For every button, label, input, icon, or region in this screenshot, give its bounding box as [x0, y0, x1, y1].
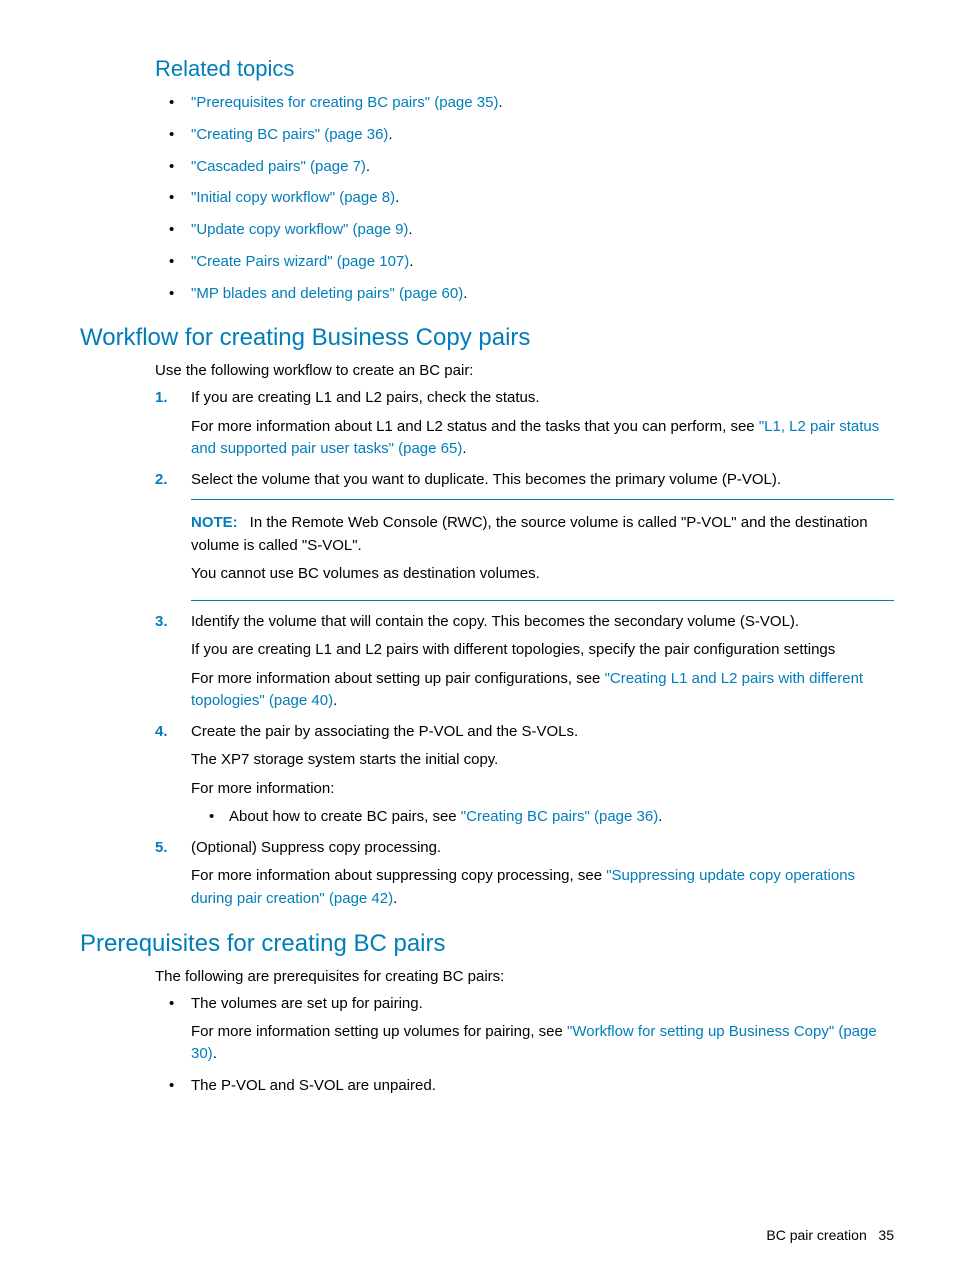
step-4: 4. Create the pair by associating the P-… [155, 721, 894, 829]
text: . [463, 285, 467, 302]
text: . [462, 440, 466, 457]
xref-link[interactable]: "MP blades and deleting pairs" (page 60) [191, 285, 463, 302]
text: . [366, 158, 370, 175]
text: . [395, 189, 399, 206]
step-number: 4. [155, 721, 168, 744]
step-text: For more information about L1 and L2 sta… [191, 416, 894, 461]
text: . [213, 1045, 217, 1062]
step-text: (Optional) Suppress copy processing. [191, 837, 894, 860]
list-item: The P-VOL and S-VOL are unpaired. [155, 1075, 894, 1097]
step-text: If you are creating L1 and L2 pairs, che… [191, 387, 894, 410]
prereq-list: The volumes are set up for pairing. For … [155, 993, 894, 1096]
item-text: For more information setting up volumes … [191, 1021, 894, 1065]
text: For more information about suppressing c… [191, 867, 606, 884]
note-text: In the Remote Web Console (RWC), the sou… [191, 514, 868, 554]
step-sublist: About how to create BC pairs, see "Creat… [191, 806, 894, 829]
xref-link[interactable]: "Prerequisites for creating BC pairs" (p… [191, 94, 498, 111]
text: . [393, 890, 397, 907]
step-number: 1. [155, 387, 168, 410]
list-item: "Update copy workflow" (page 9). [155, 219, 894, 241]
page-footer: BC pair creation 35 [766, 1227, 894, 1243]
text: . [333, 692, 337, 709]
text: . [498, 94, 502, 111]
text: About how to create BC pairs, see [229, 808, 461, 825]
step-number: 2. [155, 469, 168, 492]
text: . [658, 808, 662, 825]
xref-link[interactable]: "Creating BC pairs" (page 36) [191, 126, 388, 143]
footer-section: BC pair creation [766, 1227, 866, 1243]
item-text: The volumes are set up for pairing. [191, 993, 894, 1015]
text: . [408, 221, 412, 238]
workflow-steps: 1. If you are creating L1 and L2 pairs, … [155, 387, 894, 910]
list-item: About how to create BC pairs, see "Creat… [191, 806, 894, 829]
related-topics-heading: Related topics [155, 56, 894, 82]
xref-link[interactable]: "Update copy workflow" (page 9) [191, 221, 408, 238]
text: . [388, 126, 392, 143]
step-text: The XP7 storage system starts the initia… [191, 749, 894, 772]
xref-link[interactable]: "Cascaded pairs" (page 7) [191, 158, 366, 175]
footer-page-number: 35 [878, 1227, 894, 1243]
prereq-intro: The following are prerequisites for crea… [155, 966, 894, 987]
step-2: 2. Select the volume that you want to du… [155, 469, 894, 601]
xref-link[interactable]: "Creating BC pairs" (page 36) [461, 808, 658, 825]
list-item: "Initial copy workflow" (page 8). [155, 187, 894, 209]
step-number: 5. [155, 837, 168, 860]
page-content: Related topics "Prerequisites for creati… [0, 0, 954, 1271]
note-line: NOTE:In the Remote Web Console (RWC), th… [191, 512, 894, 557]
prereq-heading: Prerequisites for creating BC pairs [80, 930, 894, 958]
step-text: Identify the volume that will contain th… [191, 611, 894, 634]
list-item: "MP blades and deleting pairs" (page 60)… [155, 283, 894, 305]
step-3: 3. Identify the volume that will contain… [155, 611, 894, 713]
item-text: The P-VOL and S-VOL are unpaired. [191, 1077, 436, 1094]
step-text: Select the volume that you want to dupli… [191, 469, 894, 492]
list-item: "Creating BC pairs" (page 36). [155, 124, 894, 146]
note-box: NOTE:In the Remote Web Console (RWC), th… [191, 499, 894, 601]
text: . [409, 253, 413, 270]
text: For more information setting up volumes … [191, 1023, 567, 1040]
list-item: "Create Pairs wizard" (page 107). [155, 251, 894, 273]
list-item: "Prerequisites for creating BC pairs" (p… [155, 92, 894, 114]
list-item: The volumes are set up for pairing. For … [155, 993, 894, 1064]
workflow-heading: Workflow for creating Business Copy pair… [80, 324, 894, 352]
xref-link[interactable]: "Initial copy workflow" (page 8) [191, 189, 395, 206]
step-text: For more information about suppressing c… [191, 865, 894, 910]
step-1: 1. If you are creating L1 and L2 pairs, … [155, 387, 894, 461]
workflow-intro: Use the following workflow to create an … [155, 360, 894, 381]
related-topics-list: "Prerequisites for creating BC pairs" (p… [155, 92, 894, 304]
note-line: You cannot use BC volumes as destination… [191, 563, 894, 586]
list-item: "Cascaded pairs" (page 7). [155, 156, 894, 178]
xref-link[interactable]: "Create Pairs wizard" (page 107) [191, 253, 409, 270]
step-text: For more information: [191, 778, 894, 801]
step-number: 3. [155, 611, 168, 634]
step-text: Create the pair by associating the P-VOL… [191, 721, 894, 744]
step-5: 5. (Optional) Suppress copy processing. … [155, 837, 894, 911]
step-text: For more information about setting up pa… [191, 668, 894, 713]
text: For more information about L1 and L2 sta… [191, 418, 759, 435]
step-text: If you are creating L1 and L2 pairs with… [191, 639, 894, 662]
note-label: NOTE: [191, 514, 238, 531]
text: For more information about setting up pa… [191, 670, 605, 687]
